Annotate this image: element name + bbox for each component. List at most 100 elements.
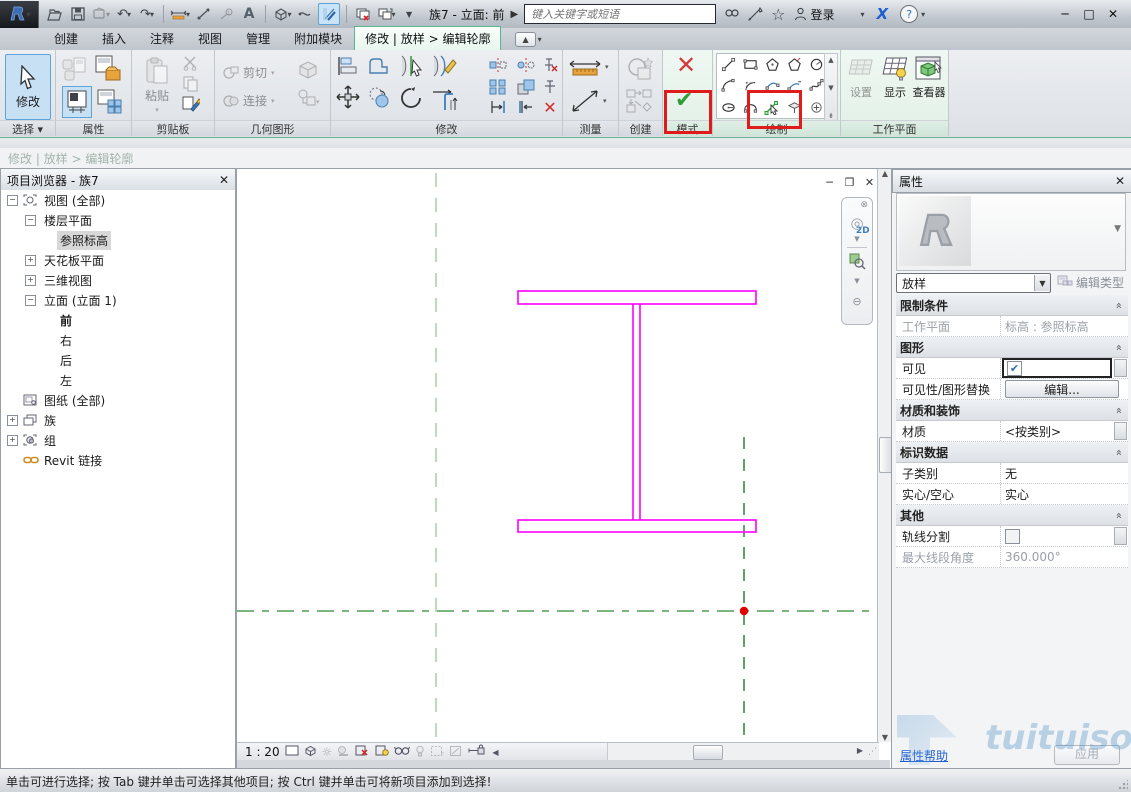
horizontal-scrollbar[interactable]: ▶ ⋰ bbox=[607, 742, 879, 761]
draw-circumscribed-polygon-icon[interactable] bbox=[783, 54, 805, 75]
tree-item-floor-plans[interactable]: − 楼层平面 bbox=[1, 210, 235, 230]
array-icon[interactable] bbox=[489, 78, 507, 96]
window-resize-grip[interactable] bbox=[1118, 780, 1128, 790]
section-collapse-icon[interactable]: » bbox=[1112, 512, 1125, 519]
communication-center-icon[interactable] bbox=[748, 7, 763, 21]
minimize-button[interactable]: ─ bbox=[1055, 7, 1075, 21]
steering-wheel-icon[interactable]: ◎2D bbox=[850, 214, 863, 232]
cope-icon[interactable] bbox=[367, 55, 391, 80]
hscroll-left-arrow-icon[interactable]: ◀ bbox=[492, 748, 498, 757]
panel-modify-label[interactable]: 修改 bbox=[331, 120, 562, 136]
project-browser-header[interactable]: 项目浏览器 - 族7 ✕ bbox=[0, 168, 236, 192]
wheel-dropdown-icon[interactable]: ▼ bbox=[854, 235, 859, 243]
draw-scroll-expand-icon[interactable]: ⇟ bbox=[828, 112, 834, 120]
trim-extend-icon[interactable] bbox=[431, 86, 459, 115]
delete-icon[interactable]: ✕ bbox=[541, 98, 559, 116]
view-scale-button[interactable]: 1 : 20 bbox=[245, 745, 280, 759]
type-properties-icon[interactable] bbox=[96, 88, 124, 117]
draw-line-icon[interactable] bbox=[717, 54, 739, 75]
section-materials[interactable]: 材质和装饰» bbox=[896, 400, 1128, 421]
exchange-apps-icon[interactable]: X bbox=[877, 5, 889, 23]
close-button[interactable]: ✕ bbox=[1103, 7, 1123, 21]
section-other[interactable]: 其他» bbox=[896, 505, 1128, 526]
signin-dropdown-icon[interactable]: ▾ bbox=[861, 10, 865, 19]
tree-item-3d-views[interactable]: + 三维视图 bbox=[1, 270, 235, 290]
properties-palette-icon[interactable] bbox=[62, 86, 92, 118]
tab-contextual-edit-profile[interactable]: 修改 | 放样 > 编辑轮廓 bbox=[354, 26, 501, 50]
expand-icon[interactable]: + bbox=[25, 255, 36, 266]
search-box[interactable] bbox=[524, 4, 716, 24]
visual-style-icon[interactable] bbox=[304, 745, 317, 760]
split-with-gap-icon[interactable] bbox=[431, 54, 457, 81]
zoom-dropdown-icon[interactable]: ▼ bbox=[854, 277, 859, 285]
tree-item-ceiling-plans[interactable]: + 天花板平面 bbox=[1, 250, 235, 270]
properties-close-icon[interactable]: ✕ bbox=[1115, 174, 1125, 188]
match-type-properties-icon[interactable] bbox=[182, 95, 200, 116]
tab-insert[interactable]: 插入 bbox=[90, 27, 138, 50]
reveal-constraints-icon[interactable] bbox=[468, 744, 485, 760]
tree-item-right[interactable]: 右 bbox=[1, 330, 235, 350]
zoom-tool-icon[interactable] bbox=[848, 252, 866, 273]
maximize-button[interactable]: □ bbox=[1079, 7, 1099, 21]
draw-scroll-up-icon[interactable]: ▲ bbox=[828, 56, 833, 64]
tab-create[interactable]: 创建 bbox=[42, 27, 90, 50]
panel-create-label[interactable]: 创建 bbox=[619, 120, 662, 136]
mirror-draw-axis-icon[interactable] bbox=[517, 56, 535, 74]
thin-lines-icon[interactable] bbox=[318, 3, 340, 25]
pin-icon[interactable] bbox=[541, 78, 559, 96]
type-preview[interactable]: ▼ bbox=[896, 193, 1126, 271]
visible-value-cell[interactable]: ✔ bbox=[1002, 358, 1112, 378]
tree-item-front[interactable]: 前 bbox=[1, 310, 235, 330]
section-identity-data[interactable]: 标识数据» bbox=[896, 442, 1128, 463]
ribbon-collapse-control[interactable]: ▲▾ bbox=[515, 32, 541, 47]
ibeam-bottom-flange[interactable] bbox=[518, 520, 756, 532]
scale-icon[interactable] bbox=[517, 78, 535, 96]
filter-combo-dropdown-icon[interactable]: ▼ bbox=[1034, 275, 1050, 291]
customize-qat-icon[interactable]: ▼ bbox=[399, 4, 419, 24]
visible-checkbox-checked[interactable]: ✔ bbox=[1007, 361, 1022, 376]
save-icon[interactable] bbox=[68, 4, 88, 24]
expand-icon[interactable]: + bbox=[25, 275, 36, 286]
search-icon[interactable] bbox=[724, 7, 740, 21]
navbar-collapse-icon[interactable]: ⊖ bbox=[852, 295, 861, 308]
associate-parameter-button[interactable] bbox=[1114, 527, 1127, 545]
tree-item-groups[interactable]: + 组 bbox=[1, 430, 235, 450]
associate-parameter-button[interactable] bbox=[1114, 359, 1127, 377]
collapse-icon[interactable]: − bbox=[25, 295, 36, 306]
profile-sketch-ibeam[interactable] bbox=[518, 291, 756, 532]
filter-combo[interactable]: 放样 ▼ bbox=[896, 273, 1051, 293]
measure-along-element-button[interactable]: ▾ bbox=[570, 88, 607, 114]
rotate-icon[interactable] bbox=[397, 84, 425, 115]
vertical-scrollbar[interactable]: ▲ ▼ bbox=[877, 169, 892, 742]
sign-in-label[interactable]: 登录 bbox=[811, 6, 835, 23]
offset-icon[interactable] bbox=[367, 86, 391, 113]
panel-measure-label[interactable]: 测量 bbox=[563, 120, 618, 136]
close-hidden-windows-icon[interactable] bbox=[353, 4, 373, 24]
properties-help-link[interactable]: 属性帮助 bbox=[900, 747, 948, 764]
tree-item-back[interactable]: 后 bbox=[1, 350, 235, 370]
canvas-resize-grip[interactable]: ⋰ bbox=[868, 747, 877, 757]
view-restore-icon[interactable]: ❐ bbox=[841, 175, 858, 190]
application-menu-button[interactable]: ▾ bbox=[0, 1, 39, 28]
detail-level-icon[interactable] bbox=[285, 745, 299, 759]
scroll-down-icon[interactable]: ▼ bbox=[882, 733, 888, 742]
search-input[interactable] bbox=[529, 7, 711, 22]
split-element-icon[interactable] bbox=[399, 54, 425, 81]
panel-select-label[interactable]: 选择 ▾ bbox=[0, 120, 55, 136]
help-dropdown-icon[interactable]: ▾ bbox=[921, 10, 925, 19]
panel-clipboard-label[interactable]: 剪贴板 bbox=[132, 120, 214, 136]
modify-tool-button[interactable]: 修改 bbox=[5, 54, 51, 120]
properties-header[interactable]: 属性 ✕ bbox=[892, 169, 1131, 193]
undo-icon[interactable]: ↶▾ bbox=[114, 4, 134, 24]
show-workplane-button[interactable]: 显示 bbox=[877, 56, 913, 100]
tab-view[interactable]: 视图 bbox=[186, 27, 234, 50]
section-graphics[interactable]: 图形» bbox=[896, 337, 1128, 358]
redo-icon[interactable]: ↷▾ bbox=[137, 4, 157, 24]
section-collapse-icon[interactable]: » bbox=[1112, 344, 1125, 351]
sketch-view[interactable] bbox=[237, 169, 877, 742]
view-minimize-icon[interactable]: ─ bbox=[821, 175, 838, 190]
tab-addins[interactable]: 附加模块 bbox=[282, 27, 354, 50]
align-icon[interactable] bbox=[337, 55, 359, 80]
trajectory-checkbox-unchecked[interactable] bbox=[1005, 529, 1020, 544]
navbar-close-icon[interactable]: ⊗ bbox=[860, 200, 868, 210]
